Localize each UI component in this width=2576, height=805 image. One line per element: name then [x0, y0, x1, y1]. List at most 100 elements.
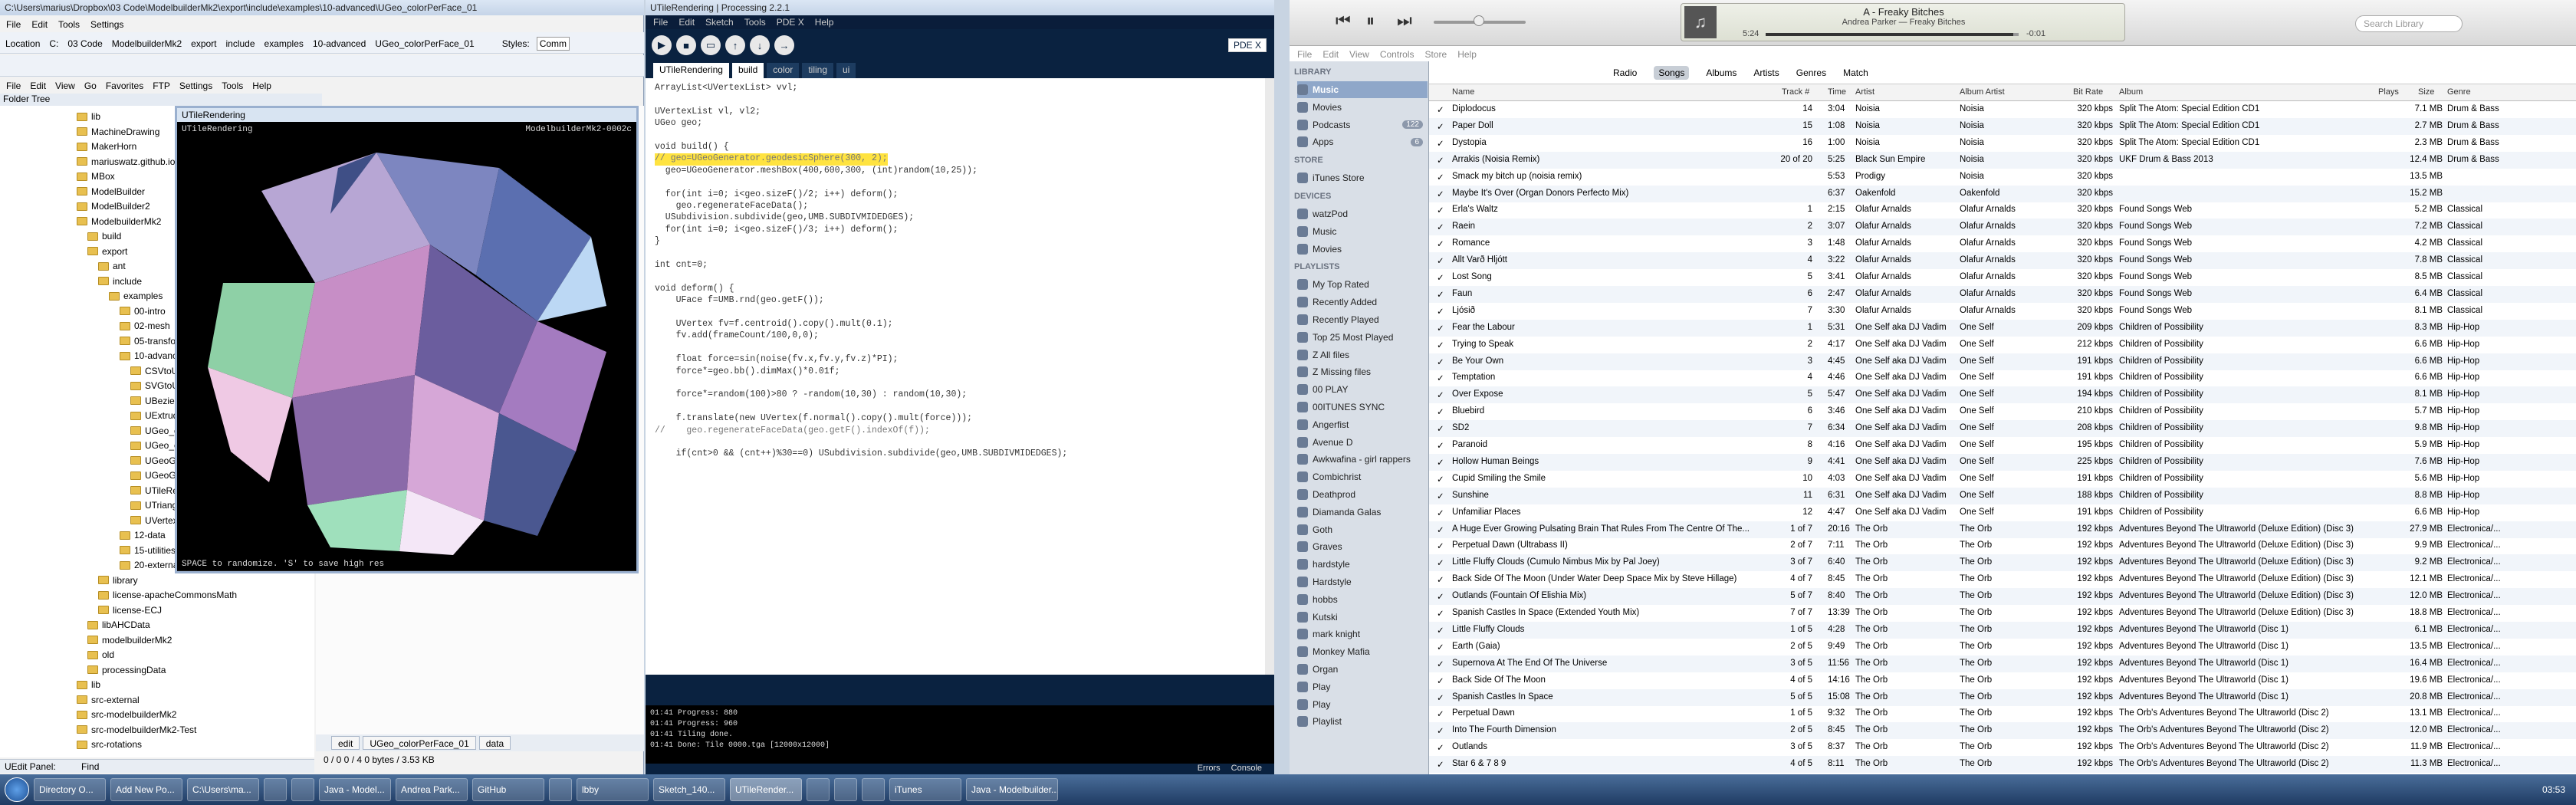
row-check-icon[interactable]: ✓: [1437, 659, 1444, 669]
table-row[interactable]: ✓ Ljósið 7 3:30 Ólafur Arnalds Ólafur Arnalds…: [1429, 303, 2576, 320]
table-row[interactable]: ✓ Maybe It's Over (Organ Donors Perfecto …: [1429, 185, 2576, 202]
table-row[interactable]: ✓ Into The Fourth Dimension 2 of 5 8:45 The …: [1429, 722, 2576, 740]
row-check-icon[interactable]: ✓: [1437, 306, 1444, 317]
tree-folder-item[interactable]: src-modelbuilderMk2-Test: [77, 722, 196, 738]
col-size[interactable]: Size: [2418, 87, 2434, 97]
ptab-color[interactable]: color: [767, 63, 800, 78]
sidebar-item[interactable]: Hardstyle: [1297, 573, 1428, 590]
tree-folder-item[interactable]: src-external: [77, 692, 140, 708]
breadcrumb-3[interactable]: export: [189, 38, 219, 50]
table-row[interactable]: ✓ Diplodocus 14 3:04 Noisia Noisia 320 kbps Spl…: [1429, 101, 2576, 118]
imenu-controls[interactable]: Controls: [1380, 49, 1414, 60]
table-row[interactable]: ✓ Earth (Gaia) 2 of 5 9:49 The Orb The Orb 192…: [1429, 639, 2576, 656]
row-check-icon[interactable]: ✓: [1437, 238, 1444, 249]
row-check-icon[interactable]: ✓: [1437, 508, 1444, 518]
tree-folder-item[interactable]: license-apacheCommonsMath: [98, 587, 237, 603]
tree-folder-item[interactable]: modelbuilderMk2: [87, 632, 172, 648]
row-check-icon[interactable]: ✓: [1437, 356, 1444, 367]
sidebar-item[interactable]: Play: [1297, 696, 1428, 713]
tree-folder-item[interactable]: build: [87, 228, 121, 244]
nav-songs[interactable]: Songs: [1654, 65, 1690, 80]
table-row[interactable]: ✓ Trying to Speak 2 4:17 One Self aka DJ Vad…: [1429, 337, 2576, 353]
menu-file[interactable]: File: [6, 19, 21, 30]
row-check-icon[interactable]: ✓: [1437, 155, 1444, 166]
imenu-help[interactable]: Help: [1457, 49, 1477, 60]
sketch-render-window[interactable]: UTileRendering UTileRendering Modelbuild…: [175, 106, 639, 573]
sidebar-item[interactable]: 00ITUNES SYNC: [1297, 399, 1428, 416]
taskbar-item[interactable]: Add New Po...: [110, 778, 182, 801]
row-check-icon[interactable]: ✓: [1437, 675, 1444, 686]
tree-folder-item[interactable]: 02-mesh: [120, 318, 170, 334]
sidebar-item[interactable]: Kutski: [1297, 609, 1428, 626]
menu2-go[interactable]: Go: [84, 80, 97, 91]
playback-progress[interactable]: [1766, 33, 2019, 36]
row-check-icon[interactable]: ✓: [1437, 121, 1444, 132]
table-row[interactable]: ✓ Dystopia 16 1:00 Noisia Noisia 320 kbps Split…: [1429, 135, 2576, 152]
breadcrumb-5[interactable]: examples: [262, 38, 306, 50]
row-check-icon[interactable]: ✓: [1437, 708, 1444, 719]
sidebar-item[interactable]: 00 PLAY: [1297, 381, 1428, 398]
table-row[interactable]: ✓ Hollow Human Beings 9 4:41 One Self aka DJ…: [1429, 453, 2576, 471]
pmenu-sketch[interactable]: Sketch: [705, 17, 734, 28]
imenu-file[interactable]: File: [1297, 49, 1312, 60]
menu2-favorites[interactable]: Favorites: [106, 80, 143, 91]
next-icon[interactable]: ⏭: [1397, 11, 1412, 31]
row-check-icon[interactable]: ✓: [1437, 742, 1444, 753]
menu2-view[interactable]: View: [55, 80, 75, 91]
mode-selector[interactable]: PDE X: [1227, 38, 1267, 52]
row-check-icon[interactable]: ✓: [1437, 759, 1444, 770]
sidebar-item[interactable]: Deathprod: [1297, 486, 1428, 503]
nav-radio[interactable]: Radio: [1613, 67, 1637, 78]
sidebar-item[interactable]: Avenue D: [1297, 434, 1428, 451]
row-check-icon[interactable]: ✓: [1437, 205, 1444, 215]
sidebar-item[interactable]: iTunes Store: [1297, 169, 1428, 186]
taskbar-item[interactable]: UTileRender...: [730, 778, 802, 801]
table-row[interactable]: ✓ Arrakis (Noisia Remix) 20 of 20 5:25 Black…: [1429, 151, 2576, 169]
sidebar-item[interactable]: Music: [1297, 223, 1428, 240]
table-row[interactable]: ✓ Supernova At The End Of The Universe 3 o…: [1429, 655, 2576, 672]
sidebar-item[interactable]: Recently Added: [1297, 294, 1428, 310]
table-row[interactable]: ✓ Paranoid 8 4:16 One Self aka DJ Vadim One S…: [1429, 437, 2576, 454]
editor-scrollbar[interactable]: [1265, 78, 1274, 675]
col-name[interactable]: Name: [1452, 87, 1474, 97]
col-plays[interactable]: Plays: [2378, 87, 2399, 97]
table-row[interactable]: ✓ Romance 3 1:48 Ólafur Arnalds Ólafur Arnald…: [1429, 235, 2576, 252]
sidebar-item[interactable]: Goth: [1297, 521, 1428, 538]
row-check-icon[interactable]: ✓: [1437, 104, 1444, 115]
menu2-edit[interactable]: Edit: [30, 80, 46, 91]
tree-folder-item[interactable]: 00-intro: [120, 304, 166, 319]
col-album-artist[interactable]: Album Artist: [1960, 87, 2005, 97]
sidebar-item[interactable]: Music: [1297, 81, 1428, 98]
table-row[interactable]: ✓ Little Fluffy Clouds (Cumulo Nimbus Mix…: [1429, 554, 2576, 572]
col-genre[interactable]: Genre: [2447, 87, 2471, 97]
row-check-icon[interactable]: ✓: [1437, 608, 1444, 619]
table-row[interactable]: ✓ Little Fluffy Clouds 1 of 5 4:28 The Orb Th…: [1429, 621, 2576, 639]
tab-data[interactable]: data: [478, 736, 511, 750]
row-check-icon[interactable]: ✓: [1437, 323, 1444, 334]
table-row[interactable]: ✓ Allt Varð Hljótt 4 3:22 Ólafur Arnalds Ólaf…: [1429, 252, 2576, 270]
table-row[interactable]: ✓ A Huge Ever Growing Pulsating Brain Tha…: [1429, 521, 2576, 538]
row-check-icon[interactable]: ✓: [1437, 725, 1444, 736]
sidebar-item[interactable]: Apps 6: [1297, 133, 1428, 150]
table-row[interactable]: ✓ Perpetual Dawn (Ultrabass II) 2 of 7 7:11…: [1429, 537, 2576, 554]
taskbar-item[interactable]: [862, 778, 885, 801]
taskbar-item[interactable]: [264, 778, 287, 801]
row-check-icon[interactable]: ✓: [1437, 222, 1444, 232]
tree-folder-item[interactable]: libAHCData: [87, 617, 150, 632]
menu2-help[interactable]: Help: [252, 80, 271, 91]
previous-icon[interactable]: ⏮: [1336, 11, 1351, 31]
table-row[interactable]: ✓ SD2 7 6:34 One Self aka DJ Vadim One Self 20…: [1429, 420, 2576, 438]
taskbar-item[interactable]: Sketch_140...: [653, 778, 725, 801]
tree-folder-item[interactable]: ModelbuilderMk2: [77, 214, 161, 229]
taskbar-item[interactable]: Directory O...: [34, 778, 106, 801]
taskbar-item[interactable]: [549, 778, 572, 801]
sidebar-item[interactable]: hardstyle: [1297, 556, 1428, 573]
volume-knob[interactable]: [1474, 15, 1484, 26]
open-icon[interactable]: ↑: [725, 35, 745, 55]
sidebar-item[interactable]: Playlist: [1297, 713, 1428, 730]
row-check-icon[interactable]: ✓: [1437, 642, 1444, 652]
row-check-icon[interactable]: ✓: [1437, 138, 1444, 149]
pmenu-edit[interactable]: Edit: [678, 17, 695, 28]
ptab-ui[interactable]: ui: [836, 63, 856, 78]
table-row[interactable]: ✓ Lost Song 5 3:41 Ólafur Arnalds Ólafur Arna…: [1429, 269, 2576, 286]
